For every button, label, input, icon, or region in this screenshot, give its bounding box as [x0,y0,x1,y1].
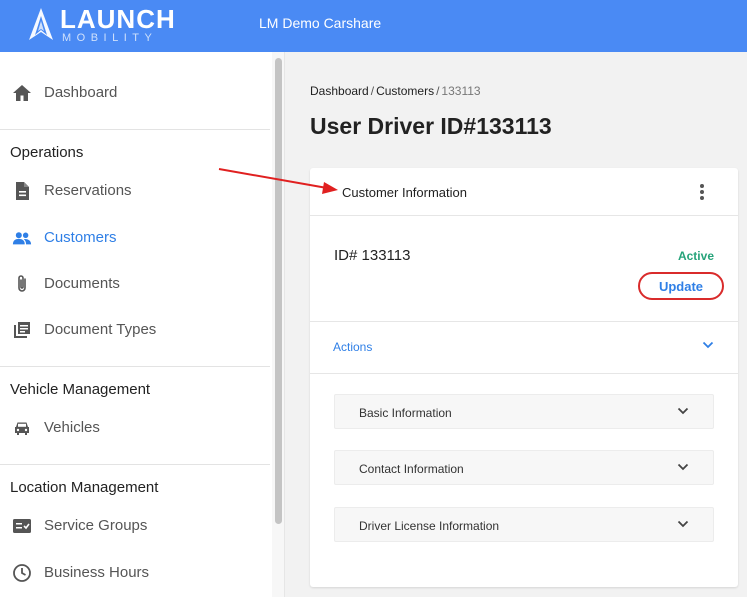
home-icon [13,85,31,101]
accordion-driver-license-information[interactable]: Driver License Information [334,507,714,542]
page-title: User Driver ID#133113 [310,113,552,139]
sidebar-item-documents[interactable]: Documents [0,266,270,302]
sidebar-item-label: Documents [44,275,120,292]
chevron-down-icon [677,520,689,528]
sidebar-item-reservations[interactable]: Reservations [0,173,270,209]
sidebar-item-label: Reservations [44,182,132,199]
customer-information-card: Customer Information ID# 133113 Active U… [310,168,738,587]
actions-toggle[interactable]: Actions [310,322,738,372]
logo-subword: MOBILITY [62,32,158,44]
sidebar-item-label: Business Hours [44,564,150,581]
sidebar-divider [0,464,270,465]
chevron-down-icon [702,341,714,349]
sidebar-item-vehicles[interactable]: Vehicles [0,410,270,446]
breadcrumb-separator: / [436,84,440,98]
sidebar-section-location-management: Location Management [10,479,159,496]
customer-id: ID# 133113 [334,247,411,264]
sidebar-item-business-hours[interactable]: Business Hours [0,555,270,591]
update-button[interactable]: Update [638,272,724,300]
document-icon [16,182,29,200]
sidebar-item-label: Service Groups [44,517,148,534]
breadcrumb-separator: / [370,84,375,98]
app-title: LM Demo Carshare [259,15,382,31]
scrollbar-thumb[interactable] [275,58,282,524]
paperclip-icon [18,275,26,292]
sidebar-item-customers[interactable]: Customers [0,220,270,256]
breadcrumb: Dashboard / Customers/133113 [310,84,481,99]
card-header: Customer Information [310,168,738,216]
sidebar-item-label: Dashboard [44,84,118,101]
sidebar-section-operations: Operations [10,144,84,161]
checklist-icon [13,519,31,533]
library-icon [14,322,30,338]
chevron-down-icon [677,463,689,471]
breadcrumb-customers[interactable]: Customers [376,84,434,98]
breadcrumb-dashboard[interactable]: Dashboard [310,84,369,98]
sidebar-item-dashboard[interactable]: Dashboard [0,75,270,111]
sidebar-item-label: Vehicles [44,419,100,436]
sidebar-scrollbar[interactable] [272,52,285,597]
top-bar: LAUNCH MOBILITY LM Demo Carshare [0,0,747,52]
sidebar-item-service-groups[interactable]: Service Groups [0,508,270,544]
status-badge: Active [677,249,714,263]
sidebar-divider [0,366,270,367]
sidebar: Dashboard Operations Reservations Custom… [0,52,272,597]
logo-mark-icon [29,8,53,40]
sidebar-item-label: Customers [44,229,117,246]
sidebar-divider [0,129,270,130]
car-icon [15,422,29,435]
chevron-down-icon [677,407,689,415]
card-divider [310,373,738,374]
sidebar-section-vehicle-management: Vehicle Management [10,381,151,398]
clock-icon [13,564,31,582]
accordion-label: Contact Information [359,462,464,476]
accordion-basic-information[interactable]: Basic Information [334,394,714,429]
people-icon [12,232,32,245]
sidebar-item-label: Document Types [44,321,157,338]
logo-word: LAUNCH [60,4,176,34]
launch-mobility-logo[interactable]: LAUNCH MOBILITY [28,5,178,45]
accordion-contact-information[interactable]: Contact Information [334,450,714,485]
card-title: Customer Information [342,185,467,200]
breadcrumb-current: 133113 [441,84,481,98]
more-options-icon[interactable] [694,182,710,202]
accordion-label: Driver License Information [359,519,500,533]
actions-label: Actions [333,340,373,354]
sidebar-item-document-types[interactable]: Document Types [0,312,270,348]
accordion-label: Basic Information [359,406,452,420]
